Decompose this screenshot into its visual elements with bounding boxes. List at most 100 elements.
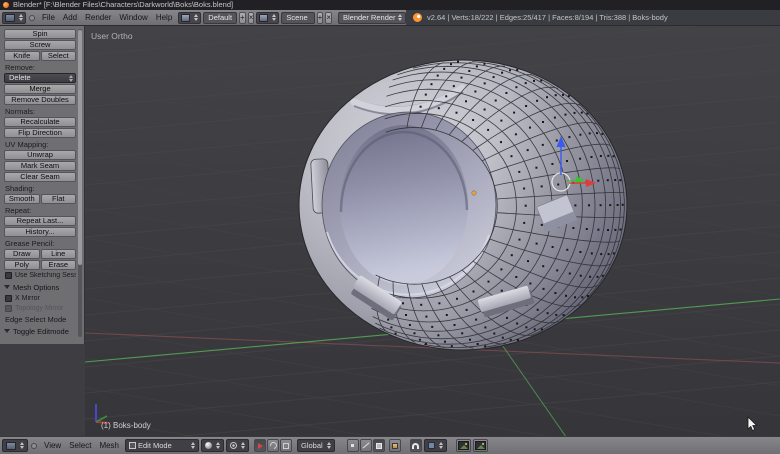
tool-button-unwrap[interactable]: Unwrap: [4, 150, 76, 160]
shelf-label-repeat: Repeat:: [0, 205, 76, 216]
dropdown-arrows-icon: [194, 14, 198, 21]
view-name-label: User Ortho: [91, 31, 133, 41]
tool-shelf-scrollbar[interactable]: [78, 29, 82, 337]
panel-collapse-icon[interactable]: [4, 285, 10, 289]
render-engine-selector[interactable]: Blender Render: [338, 12, 406, 24]
tool-button-erase[interactable]: Erase: [41, 260, 77, 270]
manipulator-scale-button[interactable]: [280, 439, 292, 452]
screen-layout-browse-button[interactable]: [178, 12, 201, 24]
manipulator-rotate-button[interactable]: [267, 439, 279, 452]
panel-header-toggle-editmode[interactable]: Toggle Editmode: [0, 325, 76, 337]
screen-layout-field[interactable]: Default: [203, 12, 237, 24]
mode-selector[interactable]: Edit Mode: [125, 439, 199, 452]
panel-title: Mesh Options: [13, 283, 59, 292]
scene-field[interactable]: Scene: [281, 12, 314, 24]
tool-button-recalculate[interactable]: Recalculate: [4, 117, 76, 127]
dropdown-arrows-icon: [20, 442, 24, 449]
manipulator-translate-button[interactable]: [254, 439, 266, 452]
checkbox-label: Use Sketching Sessio: [15, 272, 76, 279]
screen-layout-close-button[interactable]: ×: [248, 12, 255, 24]
scene-browse-icon: [259, 14, 268, 22]
blender-window: Blender* [F:\Blender Files\Characters\Da…: [0, 0, 780, 454]
scene-browse-button[interactable]: [256, 12, 279, 24]
shelf-label-normals: Normals:: [0, 106, 76, 117]
screen-layout-add-button[interactable]: +: [239, 12, 246, 24]
blender-logo: [413, 13, 422, 22]
panel-header-mesh-options[interactable]: Mesh Options: [0, 281, 76, 293]
tool-button-spin[interactable]: Spin: [4, 29, 76, 39]
header-collapse-icon[interactable]: [31, 443, 37, 449]
menu-view[interactable]: View: [40, 439, 65, 453]
tool-button-poly[interactable]: Poly: [4, 260, 40, 270]
tool-button-mark-seam[interactable]: Mark Seam: [4, 161, 76, 171]
menu-file[interactable]: File: [38, 11, 59, 25]
tool-button-repeat-last[interactable]: Repeat Last...: [4, 216, 76, 226]
manipulator-group: [254, 439, 292, 452]
tool-button-select[interactable]: Select: [41, 51, 77, 61]
shelf-label-uv-mapping: UV Mapping:: [0, 139, 76, 150]
checkbox-label: Topology Mirror: [15, 305, 63, 312]
editor-type-selector-info[interactable]: [2, 12, 26, 24]
tool-button-screw[interactable]: Screw: [4, 40, 76, 50]
checkbox-x-mirror[interactable]: X Mirror: [5, 294, 76, 303]
edge-select-button[interactable]: [360, 439, 372, 452]
render-opengl-anim-icon: [475, 441, 486, 450]
scene-add-button[interactable]: +: [317, 12, 324, 24]
vertex-select-icon: [351, 444, 354, 447]
menu-add[interactable]: Add: [59, 11, 81, 25]
opengl-render-anim-button[interactable]: [473, 439, 488, 452]
scene-close-button[interactable]: ×: [325, 12, 332, 24]
header-options-icon[interactable]: [29, 15, 35, 21]
select-mode-group: [347, 439, 385, 452]
transform-orientation-selector[interactable]: Global: [297, 439, 335, 452]
editor-info-icon: [5, 14, 15, 22]
info-header-controls: FileAddRenderWindowHelp Default + × Scen…: [0, 10, 406, 26]
edge-select-icon: [362, 443, 369, 449]
tool-button-flip-direction[interactable]: Flip Direction: [4, 128, 76, 138]
tool-button-merge[interactable]: Merge: [4, 84, 76, 94]
tool-button-smooth[interactable]: Smooth: [4, 194, 40, 204]
manip-translate-icon: [258, 443, 263, 449]
tool-button-remove-doubles[interactable]: Remove Doubles: [4, 95, 76, 105]
menu-window[interactable]: Window: [115, 11, 151, 25]
pivot-point-selector[interactable]: [226, 439, 249, 452]
tool-button-history[interactable]: History...: [4, 227, 76, 237]
menu-mesh[interactable]: Mesh: [95, 439, 123, 453]
viewport-3d[interactable]: User Ortho (1) Boks-body: [85, 26, 780, 436]
opengl-render-button[interactable]: [456, 439, 471, 452]
dropdown-arrows-icon: [69, 75, 73, 82]
occlude-geometry-icon: [392, 443, 398, 449]
render-opengl-icon: [458, 441, 469, 450]
checkbox-use-sketching-sessio[interactable]: Use Sketching Sessio: [5, 271, 76, 280]
menu-help[interactable]: Help: [152, 11, 176, 25]
dropdown-arrows-icon: [327, 442, 331, 449]
occlude-geometry-button[interactable]: [389, 439, 401, 452]
editor-type-selector-3dview[interactable]: [2, 439, 28, 452]
checkbox-icon[interactable]: [5, 295, 12, 302]
checkbox-icon: [5, 305, 12, 312]
checkbox-icon[interactable]: [5, 272, 12, 279]
viewport-canvas[interactable]: [85, 26, 780, 436]
tool-button-clear-seam[interactable]: Clear Seam: [4, 172, 76, 182]
tool-button-knife[interactable]: Knife: [4, 51, 40, 61]
snap-magnet-icon: [412, 443, 419, 449]
info-header-stats: v2.64 | Verts:18/222 | Edges:25/417 | Fa…: [406, 10, 780, 26]
tool-button-line[interactable]: Line: [41, 249, 77, 259]
snap-element-selector[interactable]: [424, 439, 447, 452]
tool-button-flat[interactable]: Flat: [41, 194, 77, 204]
menu-render[interactable]: Render: [81, 11, 115, 25]
snap-toggle-button[interactable]: [410, 439, 422, 452]
dropdown-arrows-icon: [191, 442, 195, 449]
tool-button-delete[interactable]: Delete: [4, 73, 76, 83]
vertex-select-button[interactable]: [347, 439, 359, 452]
face-select-icon: [376, 443, 382, 449]
face-select-button[interactable]: [373, 439, 385, 452]
viewport-shading-selector[interactable]: [201, 439, 224, 452]
tool-button-draw[interactable]: Draw: [4, 249, 40, 259]
scrollbar-thumb[interactable]: [78, 30, 82, 265]
dropdown-arrows-icon: [241, 442, 245, 449]
panel-collapse-icon[interactable]: [4, 329, 10, 333]
mesh-object-boks-body[interactable]: [299, 60, 627, 350]
menu-select[interactable]: Select: [65, 439, 95, 453]
panel-title: Toggle Editmode: [13, 327, 69, 336]
